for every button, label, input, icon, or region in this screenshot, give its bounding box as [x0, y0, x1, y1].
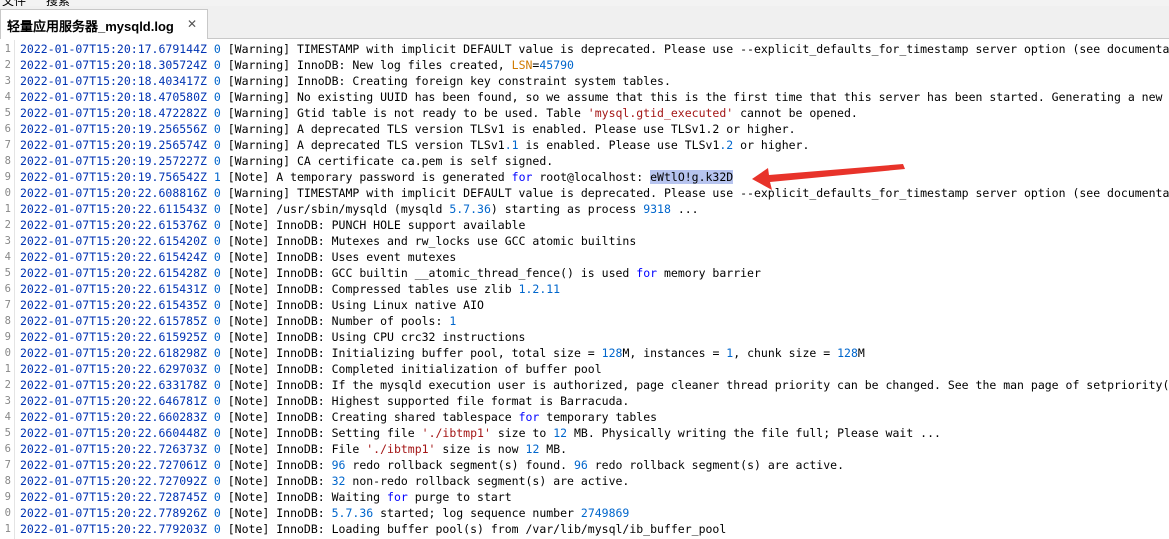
annotation-arrow — [752, 164, 905, 190]
annotation-arrow-shape — [752, 164, 905, 190]
